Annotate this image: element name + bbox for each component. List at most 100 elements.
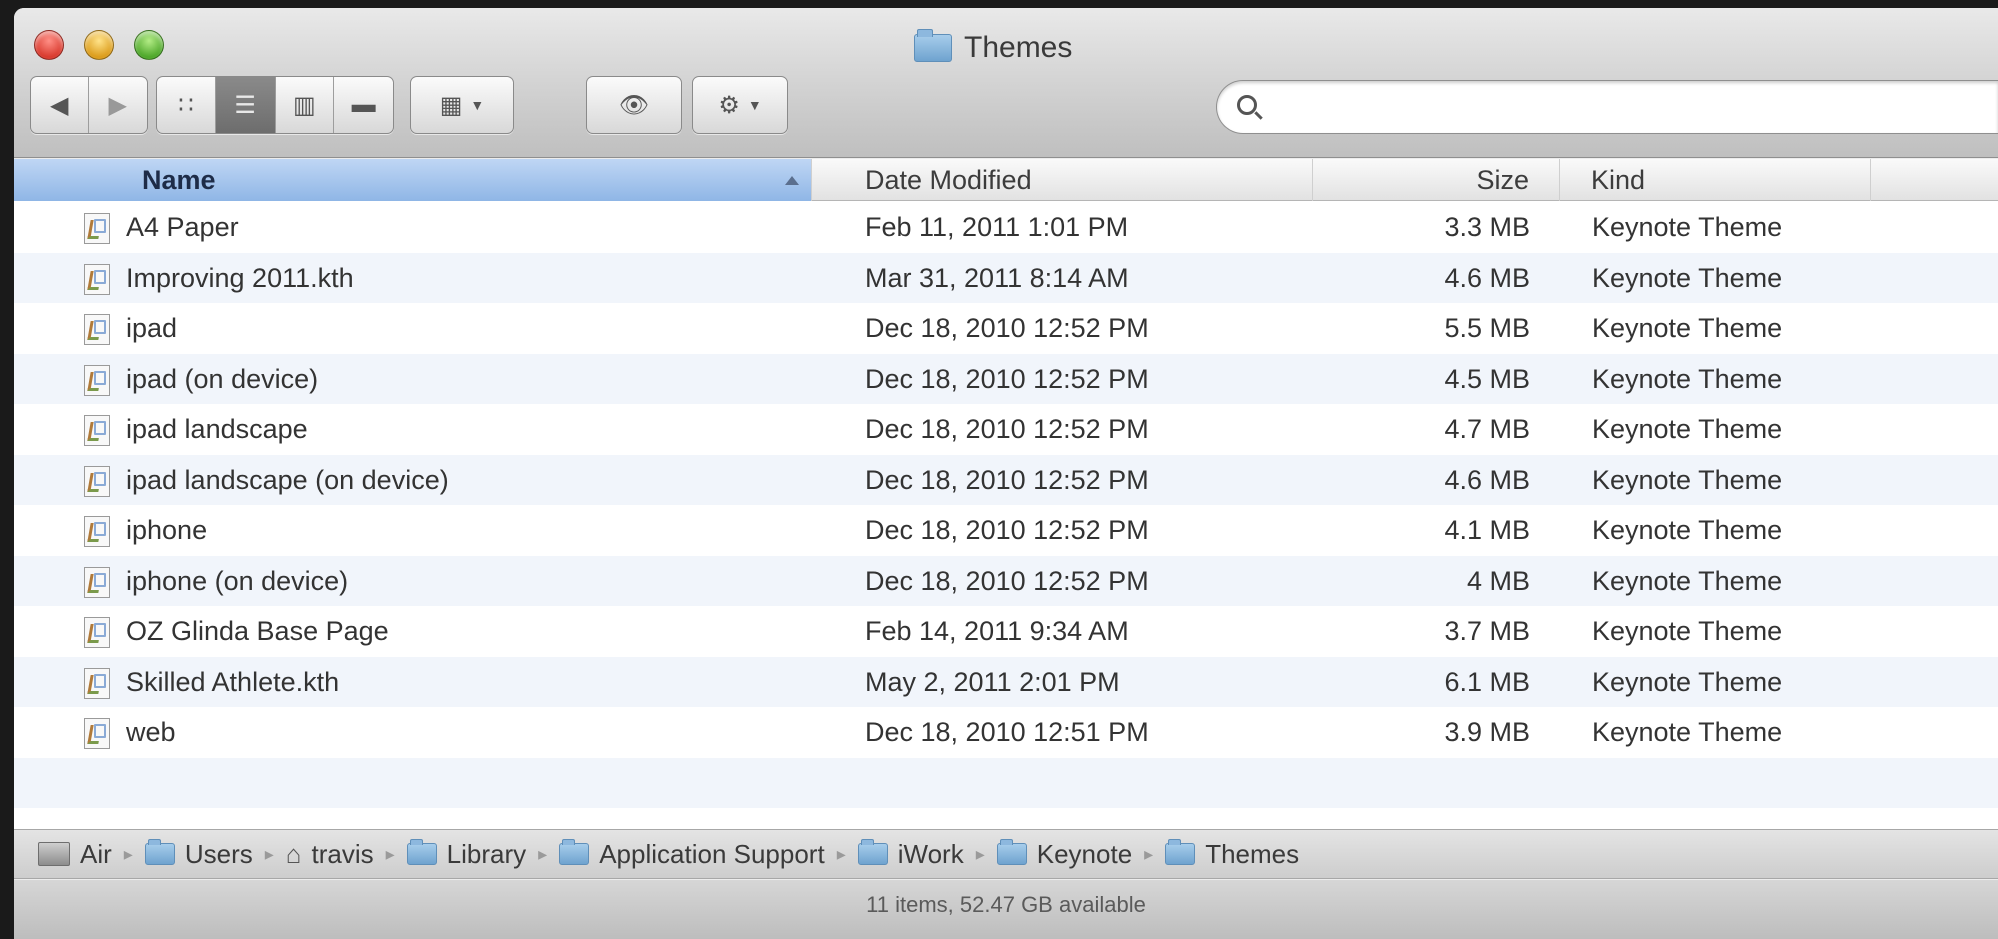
folder-icon	[996, 839, 1027, 865]
path-item-iwork[interactable]: iWork	[857, 838, 964, 870]
path-item-travis[interactable]: ⌂ travis	[286, 839, 374, 870]
view-mode-group: ∷ ☰ ▥ ▬	[156, 76, 394, 134]
file-kind: Keynote Theme	[1592, 414, 1783, 444]
file-row[interactable]: Skilled Athlete.kth May 2, 2011 2:01 PM …	[14, 656, 1998, 707]
size-column-header[interactable]: Size	[1314, 159, 1560, 201]
keynote-theme-icon	[84, 718, 110, 749]
keynote-theme-icon	[84, 415, 110, 446]
search-icon	[1237, 95, 1257, 115]
action-group: ⚙ ▼	[692, 76, 788, 134]
file-row[interactable]: ipad landscape Dec 18, 2010 12:52 PM 4.7…	[14, 404, 1998, 455]
file-date: Feb 11, 2011 1:01 PM	[865, 212, 1129, 242]
name-column-header[interactable]: Name	[14, 159, 812, 201]
forward-arrow-icon: ▶	[108, 91, 127, 119]
folder-icon	[857, 839, 888, 865]
file-row[interactable]: OZ Glinda Base Page Feb 14, 2011 9:34 AM…	[14, 606, 1998, 657]
path-item-users[interactable]: Users	[144, 838, 253, 870]
file-row[interactable]: iphone Dec 18, 2010 12:52 PM 4.1 MB Keyn…	[14, 505, 1998, 556]
path-item-keynote[interactable]: Keynote	[996, 838, 1133, 870]
file-size: 5.5 MB	[1444, 313, 1530, 343]
icon-view-button[interactable]: ∷	[157, 77, 216, 133]
path-label: iWork	[897, 838, 964, 869]
keynote-theme-icon	[84, 465, 110, 497]
status-bar: 11 items, 52.47 GB available	[14, 880, 1998, 939]
file-date: Dec 18, 2010 12:52 PM	[865, 313, 1149, 343]
finder-window: Themes ◀ ▶ ∷ ☰ ▥ ▬ ▦ ▼ 👁 ⚙ ▼ Name Date M…	[14, 8, 1998, 939]
keynote-theme-icon	[84, 364, 110, 396]
gear-icon: ⚙	[718, 91, 740, 119]
file-date: Mar 31, 2011 8:14 AM	[865, 262, 1129, 293]
path-label: Users	[184, 838, 253, 869]
file-row[interactable]: A4 Paper Feb 11, 2011 1:01 PM 3.3 MB Key…	[14, 202, 1998, 253]
path-item-application-support[interactable]: Application Support	[559, 838, 825, 870]
kind-column-header[interactable]: Kind	[1561, 159, 1871, 201]
file-kind: Keynote Theme	[1592, 212, 1783, 242]
cover-flow-view-button[interactable]: ▬	[334, 77, 393, 133]
back-button[interactable]: ◀	[31, 77, 89, 133]
date-column-label: Date Modified	[865, 165, 1032, 195]
file-rows: A4 Paper Feb 11, 2011 1:01 PM 3.3 MB Key…	[14, 202, 1998, 808]
path-item-themes[interactable]: Themes	[1165, 839, 1299, 870]
file-list: Name Date Modified Size Kind A4 Paper Fe…	[14, 159, 1998, 829]
path-separator-icon: ▸	[836, 843, 846, 864]
file-row[interactable]: Improving 2011.kth Mar 31, 2011 8:14 AM …	[14, 252, 1998, 303]
folder-icon	[559, 839, 590, 865]
file-date: Feb 14, 2011 9:34 AM	[865, 616, 1129, 646]
keynote-theme-icon	[84, 314, 110, 345]
sort-ascending-icon	[785, 176, 799, 185]
quicklook-button[interactable]: 👁	[587, 77, 681, 133]
file-name: ipad landscape (on device)	[126, 464, 449, 495]
path-label: Application Support	[599, 838, 825, 869]
file-date: Dec 18, 2010 12:52 PM	[865, 414, 1149, 444]
keynote-theme-icon	[84, 566, 110, 598]
file-date: Dec 18, 2010 12:52 PM	[865, 363, 1149, 394]
keynote-theme-icon	[84, 667, 110, 699]
file-kind: Keynote Theme	[1592, 313, 1783, 343]
empty-row	[14, 757, 1998, 808]
file-row[interactable]: iphone (on device) Dec 18, 2010 12:52 PM…	[14, 555, 1998, 606]
back-arrow-icon: ◀	[50, 91, 69, 119]
zoom-window-button[interactable]	[134, 30, 164, 60]
keynote-theme-icon	[84, 617, 110, 648]
file-name: iphone (on device)	[126, 565, 349, 596]
cover-flow-icon: ▬	[351, 91, 376, 118]
path-separator-icon: ▸	[385, 843, 395, 864]
file-name: A4 Paper	[126, 212, 239, 242]
title-bar: Themes ◀ ▶ ∷ ☰ ▥ ▬ ▦ ▼ 👁 ⚙ ▼	[14, 8, 1998, 158]
search-field[interactable]	[1216, 80, 1998, 134]
file-kind: Keynote Theme	[1592, 616, 1783, 646]
file-date: Dec 18, 2010 12:52 PM	[865, 565, 1149, 596]
file-kind: Keynote Theme	[1592, 565, 1783, 596]
path-item-library[interactable]: Library	[406, 839, 526, 870]
path-item-air[interactable]: Air	[38, 839, 112, 870]
file-size: 3.3 MB	[1444, 212, 1530, 242]
date-column-header[interactable]: Date Modified	[813, 159, 1313, 201]
file-row[interactable]: web Dec 18, 2010 12:51 PM 3.9 MB Keynote…	[14, 707, 1998, 758]
path-label: Keynote	[1036, 838, 1133, 869]
file-size: 4.1 MB	[1444, 515, 1530, 545]
search-input[interactable]	[1273, 89, 1973, 125]
path-label: travis	[311, 838, 374, 869]
file-size: 6.1 MB	[1444, 666, 1530, 697]
list-view-button[interactable]: ☰	[215, 77, 276, 133]
home-icon: ⌂	[285, 838, 302, 869]
path-separator-icon: ▸	[975, 843, 985, 864]
file-row[interactable]: ipad Dec 18, 2010 12:52 PM 5.5 MB Keynot…	[14, 303, 1998, 354]
forward-button[interactable]: ▶	[89, 77, 147, 133]
minimize-window-button[interactable]	[84, 30, 114, 60]
column-view-button[interactable]: ▥	[276, 77, 335, 133]
arrange-button[interactable]: ▦ ▼	[411, 77, 513, 133]
chevron-down-icon: ▼	[747, 97, 762, 113]
file-size: 3.7 MB	[1444, 616, 1530, 646]
folder-icon	[1165, 839, 1196, 865]
file-name: ipad	[126, 313, 178, 343]
action-button[interactable]: ⚙ ▼	[693, 77, 787, 133]
file-row[interactable]: ipad (on device) Dec 18, 2010 12:52 PM 4…	[14, 353, 1998, 404]
close-window-button[interactable]	[34, 30, 64, 60]
file-row[interactable]: ipad landscape (on device) Dec 18, 2010 …	[14, 454, 1998, 505]
arrange-group: ▦ ▼	[410, 76, 514, 134]
column-header: Name Date Modified Size Kind	[14, 159, 1998, 201]
arrange-grid-icon: ▦	[439, 91, 463, 119]
file-kind: Keynote Theme	[1592, 262, 1783, 293]
file-size: 3.9 MB	[1444, 717, 1530, 747]
